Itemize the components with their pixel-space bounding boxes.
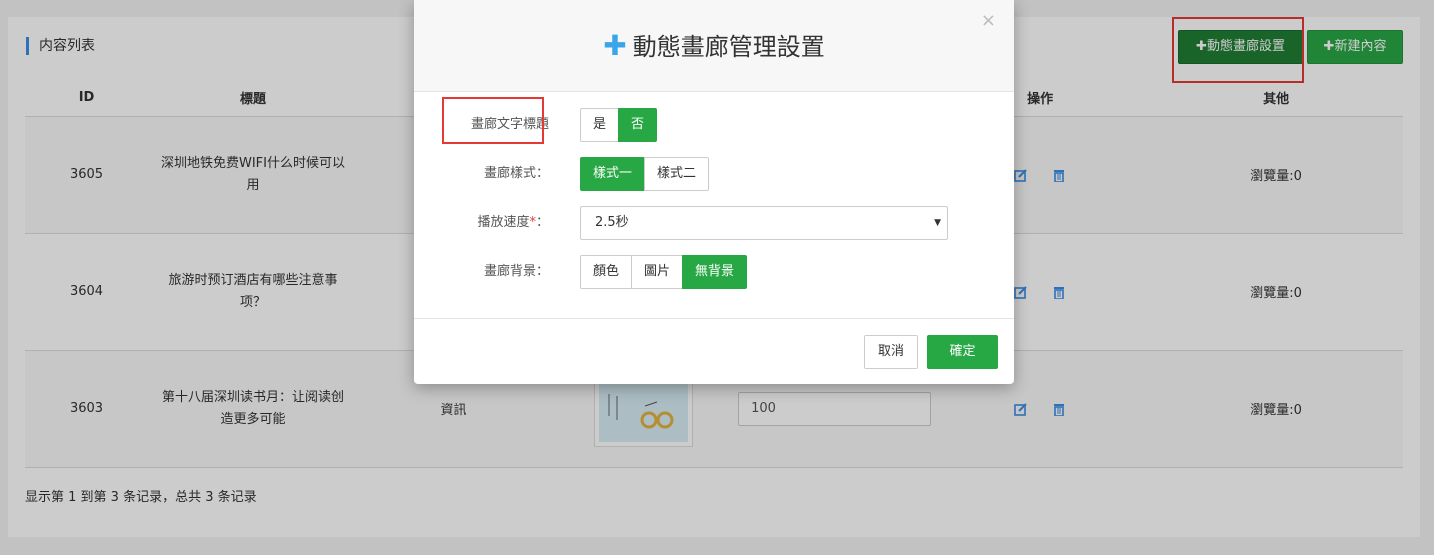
modal-title: ✚ 動態畫廊管理設置 (414, 30, 1014, 63)
option-style-2[interactable]: 樣式二 (644, 157, 710, 191)
text-title-toggle: 是 否 (580, 108, 658, 142)
option-no-background[interactable]: 無背景 (682, 255, 748, 289)
background-label: 畫廊背景： (483, 264, 549, 279)
background-toggle: 顏色 圖片 無背景 (580, 255, 748, 289)
speed-value: 2.5秒 (595, 215, 629, 230)
speed-label: 播放速度*： (414, 206, 549, 240)
option-image[interactable]: 圖片 (631, 255, 684, 289)
modal-footer: 取消 確定 (414, 318, 1014, 384)
cancel-button[interactable]: 取消 (864, 335, 918, 369)
form-row-style: 畫廊樣式： 樣式一 樣式二 (414, 157, 1014, 191)
plus-icon: ✚ (603, 29, 627, 62)
dropdown-arrow-icon: ▼ (934, 218, 941, 228)
modal-title-text: 動態畫廊管理設置 (632, 33, 825, 61)
speed-select[interactable]: 2.5秒 ▼ (580, 206, 948, 240)
close-icon[interactable]: × (981, 10, 996, 31)
gallery-settings-modal: ✚ 動態畫廊管理設置 × 畫廊文字標題 是 否 畫廊樣式： 樣式一 樣式二 播放速… (414, 0, 1014, 384)
style-toggle: 樣式一 樣式二 (580, 157, 710, 191)
option-yes[interactable]: 是 (580, 108, 620, 142)
option-color[interactable]: 顏色 (580, 255, 633, 289)
option-style-1[interactable]: 樣式一 (580, 157, 646, 191)
highlight-text-title-label (442, 97, 544, 144)
form-row-speed: 播放速度*： 2.5秒 ▼ (414, 206, 1014, 240)
form-row-background: 畫廊背景： 顏色 圖片 無背景 (414, 255, 1014, 289)
speed-label-text: 播放速度 (477, 215, 530, 230)
speed-label-colon: ： (535, 215, 549, 230)
modal-header: ✚ 動態畫廊管理設置 × (414, 0, 1014, 92)
style-label: 畫廊樣式： (483, 166, 549, 181)
confirm-button[interactable]: 確定 (927, 335, 998, 369)
option-no[interactable]: 否 (618, 108, 658, 142)
